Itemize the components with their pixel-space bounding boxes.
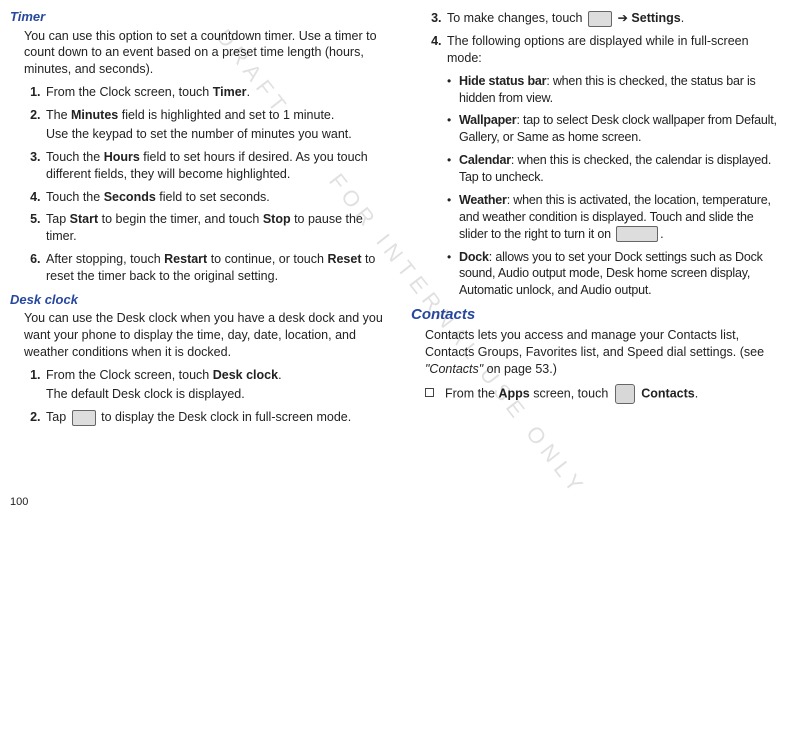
opt-title: Wallpaper — [459, 113, 516, 127]
label-settings: Settings — [631, 11, 680, 25]
option-calendar: Calendar: when this is checked, the cale… — [447, 152, 784, 186]
desk-step-2: Tap to display the Desk clock in full-sc… — [44, 409, 383, 426]
toggle-slider-icon — [616, 226, 658, 242]
contacts-intro: Contacts lets you access and manage your… — [425, 327, 784, 378]
desk-steps: From the Clock screen, touch Desk clock.… — [24, 367, 383, 426]
label-hours: Hours — [104, 150, 140, 164]
label-start: Start — [70, 212, 98, 226]
arrow-text: ➔ — [614, 11, 631, 25]
desk-step-3: To make changes, touch ➔ Settings. — [445, 10, 784, 27]
text: Touch the — [46, 150, 104, 164]
text: Tap — [46, 410, 70, 424]
opt-title: Dock — [459, 250, 489, 264]
text: . — [660, 227, 663, 241]
desk-step-1: From the Clock screen, touch Desk clock.… — [44, 367, 383, 403]
text: field is highlighted and set to 1 minute… — [118, 108, 334, 122]
label-contacts: Contacts — [641, 386, 694, 400]
left-column: Timer You can use this option to set a c… — [10, 8, 383, 526]
label-desk-clock: Desk clock — [213, 368, 278, 382]
label-apps: Apps — [499, 386, 530, 400]
timer-steps: From the Clock screen, touch Timer. The … — [24, 84, 383, 285]
opt-title: Hide status bar — [459, 74, 546, 88]
text: . — [695, 386, 698, 400]
option-weather: Weather: when this is activated, the loc… — [447, 192, 784, 243]
text: . — [681, 11, 684, 25]
page-number: 100 — [10, 495, 28, 510]
label-timer: Timer — [213, 85, 247, 99]
text: Touch the — [46, 190, 104, 204]
text: screen, touch — [530, 386, 612, 400]
text: To make changes, touch — [447, 11, 586, 25]
timer-step-1: From the Clock screen, touch Timer. — [44, 84, 383, 101]
ref-contacts: "Contacts" — [425, 362, 483, 376]
label-seconds: Seconds — [104, 190, 156, 204]
desk-steps-cont: To make changes, touch ➔ Settings. The f… — [425, 10, 784, 67]
timer-step-4: Touch the Seconds field to set seconds. — [44, 189, 383, 206]
timer-step-5: Tap Start to begin the timer, and touch … — [44, 211, 383, 245]
opt-title: Weather — [459, 193, 507, 207]
label-minutes: Minutes — [71, 108, 118, 122]
timer-step-2-sub: Use the keypad to set the number of minu… — [46, 126, 383, 143]
text: From the — [445, 386, 499, 400]
opt-desc: : allows you to set your Dock settings s… — [459, 250, 763, 298]
text: to display the Desk clock in full-screen… — [98, 410, 352, 424]
opt-title: Calendar — [459, 153, 511, 167]
opt-desc: : when this is activated, the location, … — [459, 193, 771, 241]
label-restart: Restart — [164, 252, 207, 266]
option-wallpaper: Wallpaper: tap to select Desk clock wall… — [447, 112, 784, 146]
option-hide-status-bar: Hide status bar: when this is checked, t… — [447, 73, 784, 107]
text: Tap — [46, 212, 70, 226]
text: From the Clock screen, touch — [46, 85, 213, 99]
contacts-app-icon — [615, 384, 635, 404]
timer-step-6: After stopping, touch Restart to continu… — [44, 251, 383, 285]
text: The following options are displayed whil… — [447, 34, 749, 65]
contacts-steps: From the Apps screen, touch Contacts. — [425, 384, 784, 404]
label-reset: Reset — [327, 252, 361, 266]
text: . — [278, 368, 281, 382]
text: . — [247, 85, 250, 99]
text: Contacts lets you access and manage your… — [425, 328, 764, 359]
timer-step-3: Touch the Hours field to set hours if de… — [44, 149, 383, 183]
section-title-timer: Timer — [10, 8, 383, 26]
right-column: To make changes, touch ➔ Settings. The f… — [411, 8, 784, 526]
contacts-step-1: From the Apps screen, touch Contacts. — [425, 384, 784, 404]
text: From the Clock screen, touch — [46, 368, 213, 382]
desk-intro: You can use the Desk clock when you have… — [24, 310, 383, 361]
option-dock: Dock: allows you to set your Dock settin… — [447, 249, 784, 300]
text: field to set seconds. — [156, 190, 270, 204]
section-title-desk-clock: Desk clock — [10, 291, 383, 309]
label-stop: Stop — [263, 212, 291, 226]
text: to continue, or touch — [207, 252, 327, 266]
timer-step-2: The Minutes field is highlighted and set… — [44, 107, 383, 143]
text: on page 53.) — [483, 362, 557, 376]
section-title-contacts: Contacts — [411, 305, 784, 325]
desk-step-1-sub: The default Desk clock is displayed. — [46, 386, 383, 403]
text: The — [46, 108, 71, 122]
text: After stopping, touch — [46, 252, 164, 266]
text: to begin the timer, and touch — [98, 212, 263, 226]
timer-intro: You can use this option to set a countdo… — [24, 28, 383, 79]
menu-icon — [588, 11, 612, 27]
fullscreen-icon — [72, 410, 96, 426]
desk-step-4: The following options are displayed whil… — [445, 33, 784, 67]
fullscreen-options: Hide status bar: when this is checked, t… — [447, 73, 784, 300]
